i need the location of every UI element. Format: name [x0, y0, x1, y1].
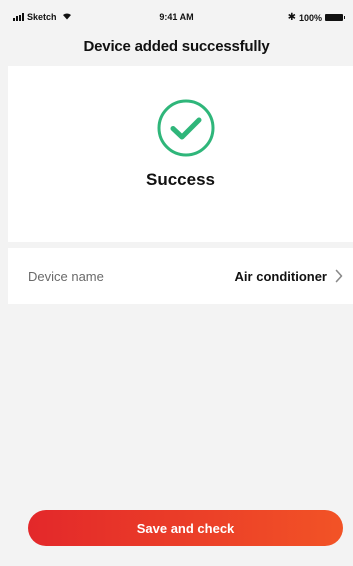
status-bar: Sketch 9:41 AM ✱ 100% [0, 10, 353, 26]
device-name-value: Air conditioner [234, 268, 327, 284]
status-right: ✱ 100% [287, 12, 345, 23]
bluetooth-icon: ✱ [287, 12, 296, 23]
page-title: Device added successfully [83, 38, 270, 55]
app-screen: Sketch 9:41 AM ✱ 100% Device added succe… [0, 0, 353, 566]
save-and-check-button[interactable]: Save and check [28, 510, 343, 546]
battery-label: 100% [298, 12, 322, 23]
success-card: Success [8, 66, 353, 242]
check-circle-icon [157, 99, 215, 157]
battery-icon [325, 14, 345, 21]
top-bar: Sketch 9:41 AM ✱ 100% Device added succe… [0, 0, 353, 66]
success-title: Success [146, 170, 215, 189]
chevron-right-icon [335, 269, 343, 283]
device-name-row[interactable]: Device name Air conditioner [8, 248, 353, 304]
device-name-label: Device name [28, 268, 104, 284]
